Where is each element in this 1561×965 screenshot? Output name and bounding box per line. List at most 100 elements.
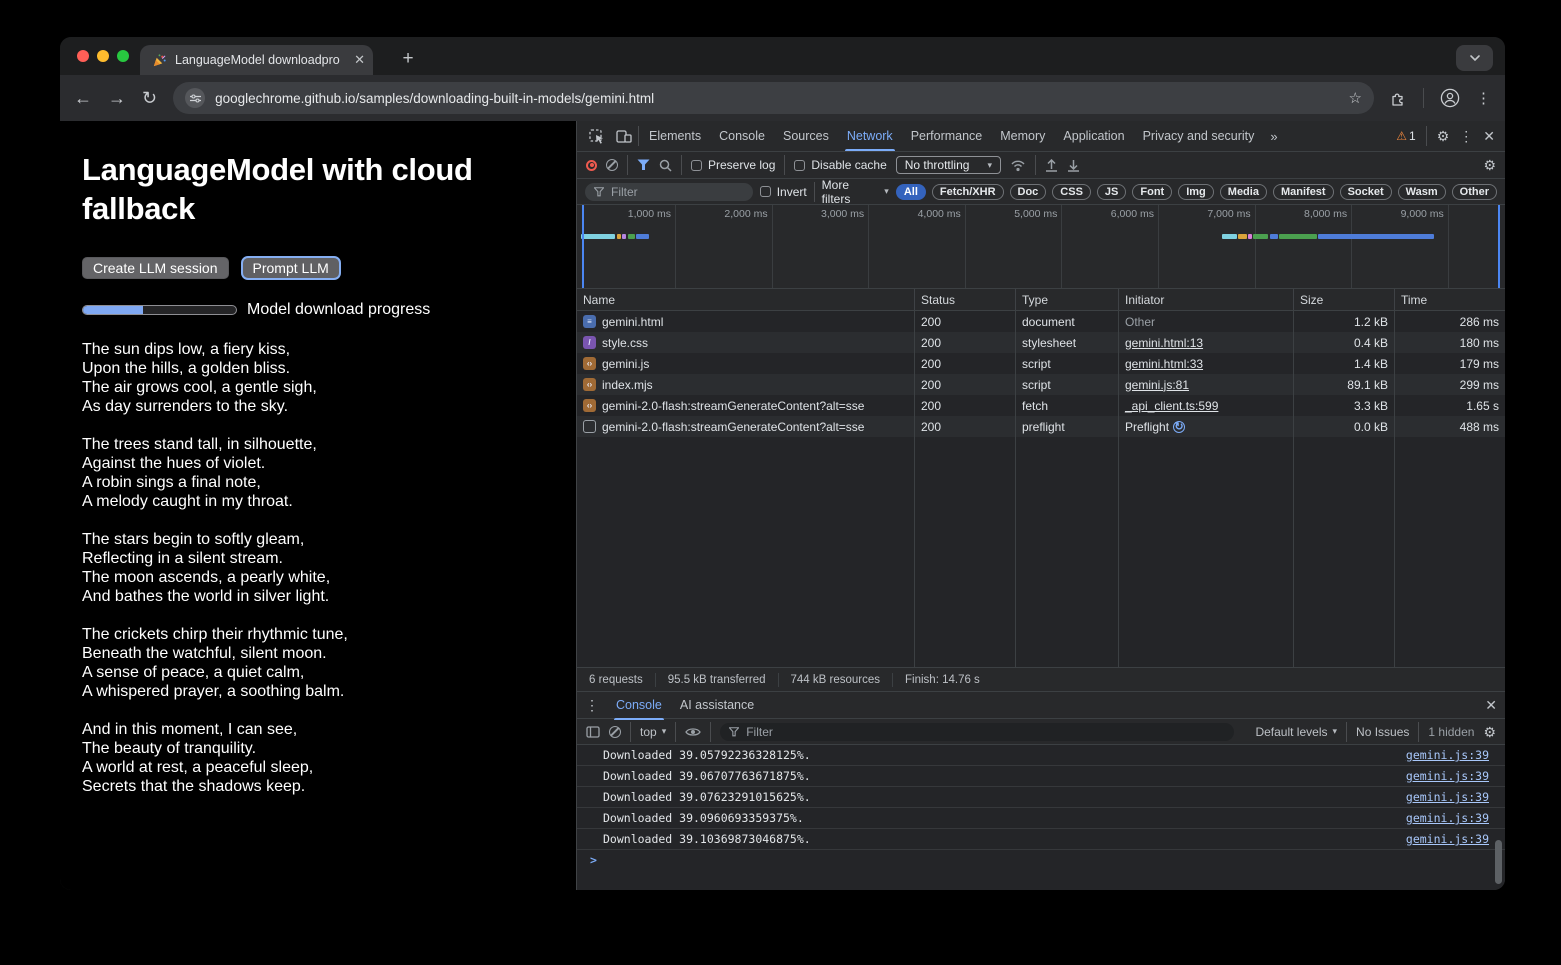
network-conditions-icon[interactable] xyxy=(1010,159,1026,172)
bookmark-star-icon[interactable]: ☆ xyxy=(1349,89,1362,107)
console-source-link[interactable]: gemini.js:39 xyxy=(1406,769,1489,783)
issues-warning-badge[interactable]: ⚠1 xyxy=(1396,127,1415,145)
column-header-type[interactable]: Type xyxy=(1016,289,1119,310)
default-levels-dropdown[interactable]: Default levels ▾ xyxy=(1255,725,1337,739)
table-row[interactable]: ‹›index.mjs200scriptgemini.js:8189.1 kB2… xyxy=(577,374,1505,395)
initiator-link[interactable]: gemini.html:33 xyxy=(1125,357,1203,371)
console-tab-console[interactable]: Console xyxy=(607,691,671,720)
console-scrollbar-thumb[interactable] xyxy=(1495,840,1502,884)
disable-cache-checkbox[interactable]: Disable cache xyxy=(794,158,886,172)
console-sidebar-toggle-icon[interactable] xyxy=(586,726,600,738)
filter-chip-media[interactable]: Media xyxy=(1220,184,1267,200)
clear-console-icon[interactable] xyxy=(609,726,621,738)
network-overview-timeline[interactable]: 1,000 ms2,000 ms3,000 ms4,000 ms5,000 ms… xyxy=(577,205,1505,289)
device-toolbar-icon[interactable] xyxy=(616,129,632,144)
console-source-link[interactable]: gemini.js:39 xyxy=(1406,748,1489,762)
initiator-link[interactable]: _api_client.ts:599 xyxy=(1125,399,1218,413)
tab-network[interactable]: Network xyxy=(838,122,902,151)
column-header-size[interactable]: Size xyxy=(1294,289,1395,310)
network-filter-input[interactable]: Filter xyxy=(585,183,753,201)
settings-gear-icon[interactable]: ⚙ xyxy=(1437,129,1450,143)
column-header-status[interactable]: Status xyxy=(915,289,1016,310)
filter-chip-fetch-xhr[interactable]: Fetch/XHR xyxy=(932,184,1004,200)
export-har-icon[interactable] xyxy=(1067,159,1080,172)
throttling-select[interactable]: No throttling ▾ xyxy=(896,156,1001,174)
extensions-puzzle-icon[interactable] xyxy=(1390,90,1407,107)
filter-chip-socket[interactable]: Socket xyxy=(1340,184,1392,200)
console-tab-ai-assistance[interactable]: AI assistance xyxy=(671,691,763,720)
tab-close-icon[interactable]: ✕ xyxy=(354,52,365,68)
invert-checkbox[interactable]: Invert xyxy=(760,185,807,199)
drawer-close-icon[interactable]: ✕ xyxy=(1485,698,1497,712)
minimize-window-button[interactable] xyxy=(97,50,109,62)
back-button[interactable]: ← xyxy=(74,89,92,107)
progress-row: Model download progress xyxy=(82,301,546,319)
address-bar[interactable]: googlechrome.github.io/samples/downloadi… xyxy=(173,82,1374,114)
search-icon[interactable] xyxy=(659,159,672,172)
table-row[interactable]: /style.css200stylesheetgemini.html:130.4… xyxy=(577,332,1505,353)
table-row[interactable]: ‹›gemini-2.0-flash:streamGenerateContent… xyxy=(577,395,1505,416)
table-row[interactable]: ≡gemini.html200documentOther1.2 kB286 ms xyxy=(577,311,1505,332)
tab-sources[interactable]: Sources xyxy=(774,122,838,151)
profile-avatar-icon[interactable] xyxy=(1440,88,1460,108)
preflight-info-icon[interactable]: ↻ xyxy=(1173,421,1185,433)
devtools-menu-icon[interactable]: ⋮ xyxy=(1459,129,1473,143)
column-header-name[interactable]: Name xyxy=(577,289,915,310)
prompt-llm-button[interactable]: Prompt LLM xyxy=(241,256,341,280)
filter-chip-all[interactable]: All xyxy=(896,184,926,200)
tab-console[interactable]: Console xyxy=(710,122,774,151)
tab-search-chevron-button[interactable] xyxy=(1456,45,1493,71)
context-selector[interactable]: top ▾ xyxy=(640,725,666,739)
console-prompt[interactable]: > xyxy=(577,850,1505,870)
more-filters-dropdown[interactable]: More filters ▾ xyxy=(822,178,889,206)
filter-chip-css[interactable]: CSS xyxy=(1052,184,1091,200)
import-har-icon[interactable] xyxy=(1045,159,1058,172)
initiator-link[interactable]: gemini.js:81 xyxy=(1125,378,1189,392)
more-tabs-chevron[interactable]: » xyxy=(1264,129,1283,144)
column-header-initiator[interactable]: Initiator xyxy=(1119,289,1294,310)
no-issues-label[interactable]: No Issues xyxy=(1356,725,1409,739)
cell-time: 488 ms xyxy=(1395,416,1505,437)
filter-chip-js[interactable]: JS xyxy=(1097,184,1126,200)
record-network-log-button[interactable] xyxy=(586,160,597,171)
create-llm-session-button[interactable]: Create LLM session xyxy=(82,257,229,279)
live-expression-eye-icon[interactable] xyxy=(685,726,701,738)
filter-chip-manifest[interactable]: Manifest xyxy=(1273,184,1334,200)
filter-funnel-icon[interactable] xyxy=(637,159,650,171)
maximize-window-button[interactable] xyxy=(117,50,129,62)
console-settings-gear-icon[interactable]: ⚙ xyxy=(1483,725,1496,739)
button-row: Create LLM session Prompt LLM xyxy=(82,256,546,280)
tab-application[interactable]: Application xyxy=(1054,122,1133,151)
filter-chip-img[interactable]: Img xyxy=(1178,184,1214,200)
column-header-time[interactable]: Time xyxy=(1395,289,1505,310)
tab-elements[interactable]: Elements xyxy=(640,122,710,151)
devtools-close-icon[interactable]: ✕ xyxy=(1483,129,1495,143)
site-settings-icon[interactable] xyxy=(185,88,205,108)
network-settings-gear-icon[interactable]: ⚙ xyxy=(1483,158,1496,172)
preserve-log-checkbox[interactable]: Preserve log xyxy=(691,158,775,172)
drawer-menu-icon[interactable]: ⋮ xyxy=(585,698,599,712)
table-row[interactable]: ‹›gemini.js200scriptgemini.html:331.4 kB… xyxy=(577,353,1505,374)
browser-tab[interactable]: LanguageModel downloadpro ✕ xyxy=(140,45,373,75)
inspect-element-icon[interactable] xyxy=(589,129,605,144)
filter-chip-other[interactable]: Other xyxy=(1452,184,1497,200)
reload-button[interactable]: ↻ xyxy=(142,89,157,107)
filter-chip-wasm[interactable]: Wasm xyxy=(1398,184,1446,200)
filter-chip-doc[interactable]: Doc xyxy=(1010,184,1047,200)
filter-chip-font[interactable]: Font xyxy=(1132,184,1172,200)
console-filter-input[interactable]: Filter xyxy=(720,723,1234,741)
console-source-link[interactable]: gemini.js:39 xyxy=(1406,832,1489,846)
browser-menu-icon[interactable]: ⋮ xyxy=(1476,89,1491,107)
table-row[interactable]: gemini-2.0-flash:streamGenerateContent?a… xyxy=(577,416,1505,437)
forward-button[interactable]: → xyxy=(108,89,126,107)
tab-privacy-and-security[interactable]: Privacy and security xyxy=(1134,122,1264,151)
close-window-button[interactable] xyxy=(77,50,89,62)
tab-memory[interactable]: Memory xyxy=(991,122,1054,151)
console-source-link[interactable]: gemini.js:39 xyxy=(1406,811,1489,825)
tab-performance[interactable]: Performance xyxy=(902,122,992,151)
console-source-link[interactable]: gemini.js:39 xyxy=(1406,790,1489,804)
initiator-link[interactable]: gemini.html:13 xyxy=(1125,336,1203,350)
cell-name: /style.css xyxy=(577,332,915,353)
clear-network-log-icon[interactable] xyxy=(606,159,618,171)
new-tab-button[interactable]: + xyxy=(394,46,422,74)
